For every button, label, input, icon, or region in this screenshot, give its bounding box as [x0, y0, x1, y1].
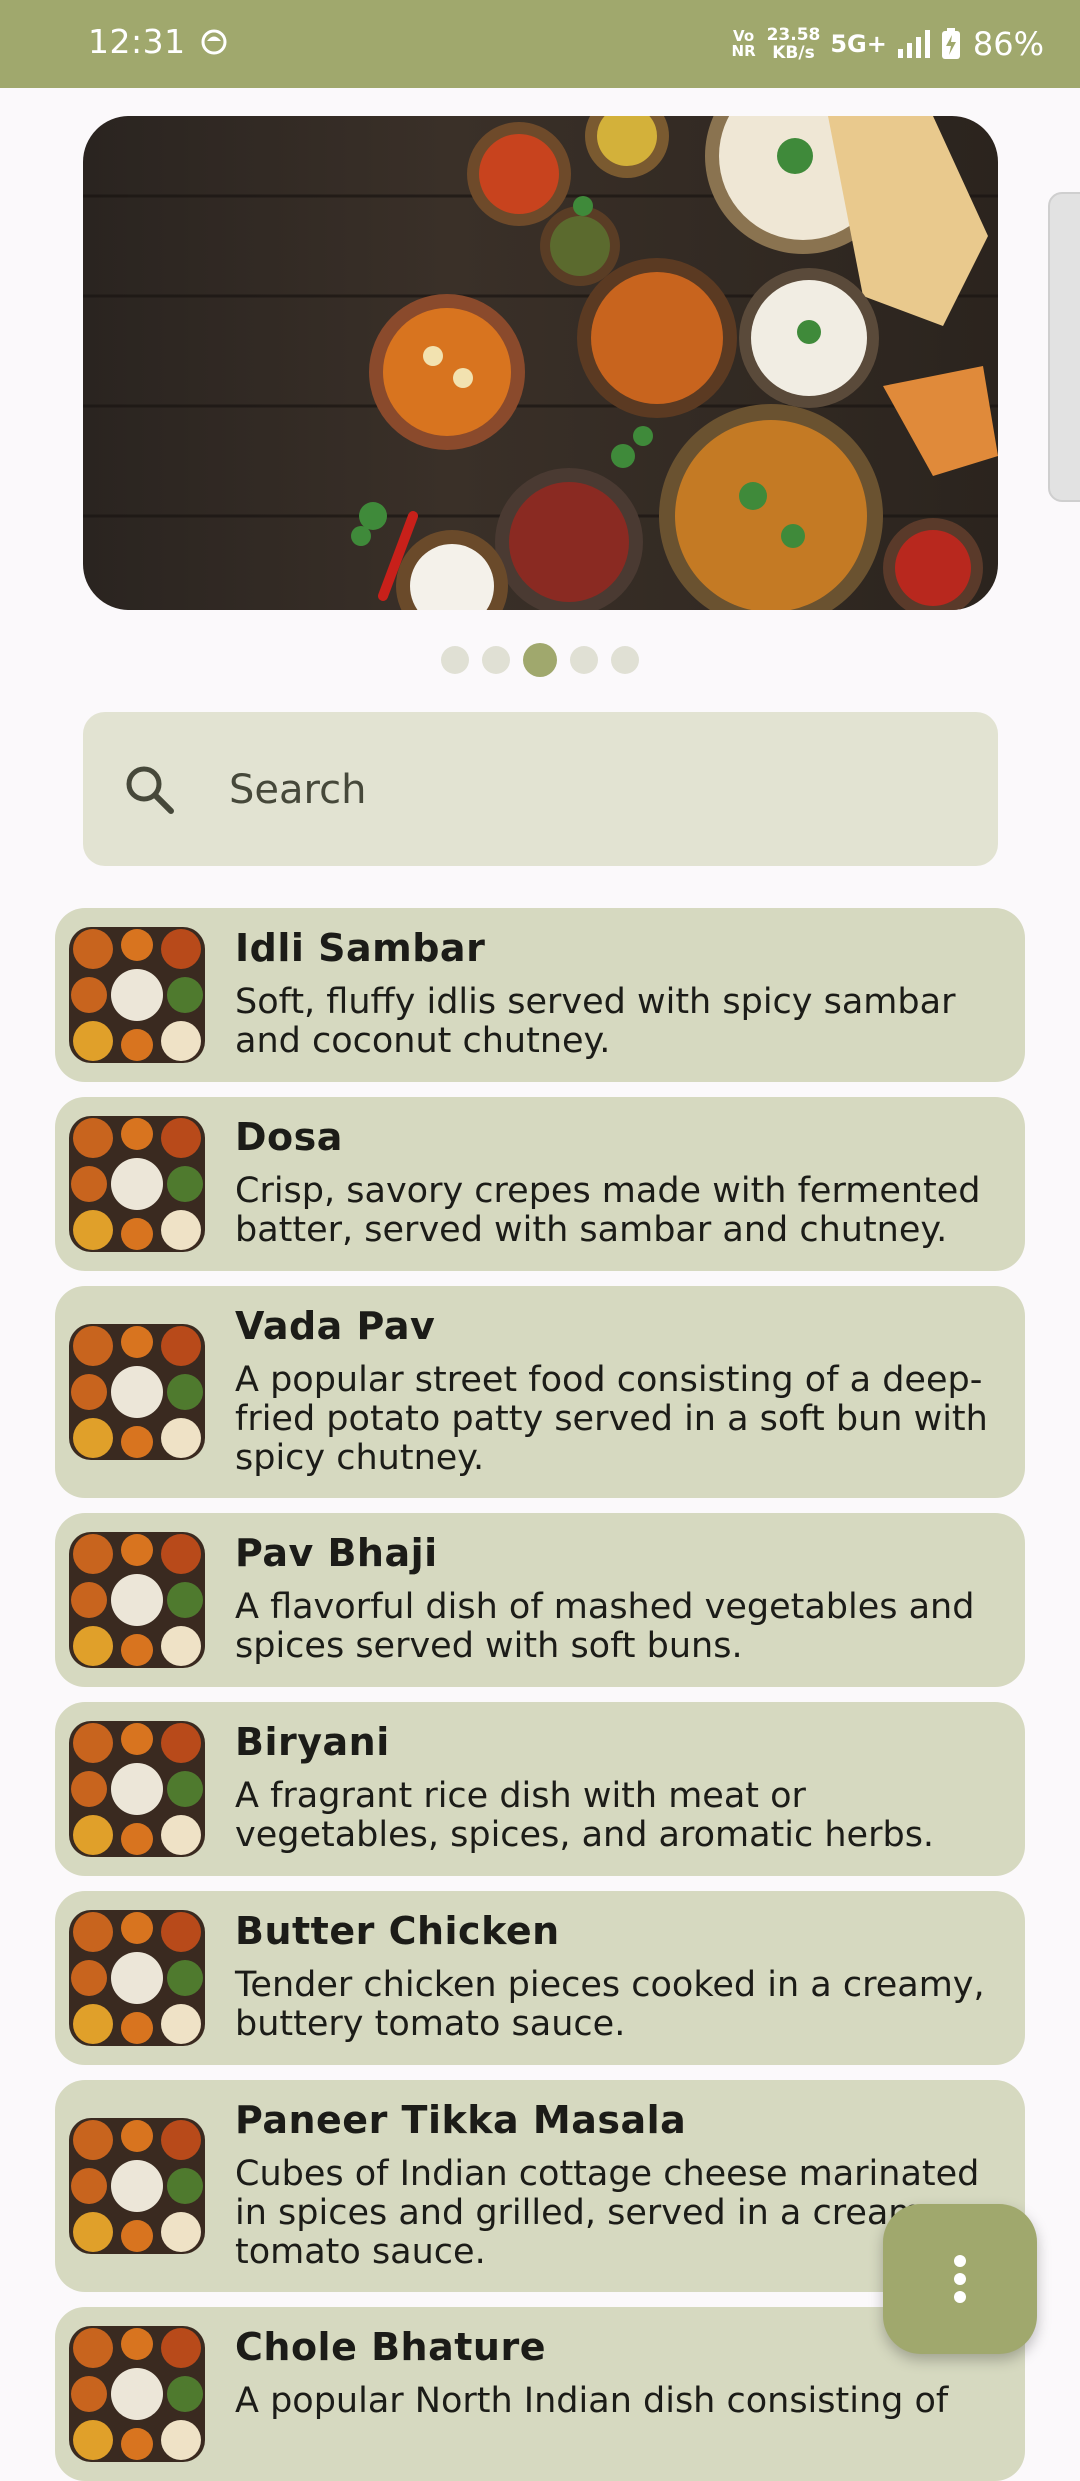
status-time: 12:31 — [88, 22, 186, 61]
carousel-dot[interactable] — [570, 646, 598, 674]
dish-description: A fragrant rice dish with meat or vegeta… — [235, 1776, 935, 1855]
battery-percent: 86% — [972, 25, 1044, 63]
list-item[interactable]: Chole Bhature A popular North Indian dis… — [55, 2307, 1025, 2481]
dish-name: Dosa — [235, 1115, 343, 1159]
dish-description: A popular street food consisting of a de… — [235, 1360, 988, 1478]
volte-indicator: Vo NR — [731, 29, 757, 59]
hero-illustration — [83, 116, 998, 610]
carousel-dot[interactable] — [611, 646, 639, 674]
dish-name: Paneer Tikka Masala — [235, 2098, 687, 2142]
volte-bottom: NR — [731, 42, 756, 60]
network-speed: 23.58 KB/s — [767, 26, 821, 62]
app-notification-icon — [201, 29, 227, 55]
dish-thumbnail — [69, 2326, 205, 2462]
dish-name: Pav Bhaji — [235, 1531, 438, 1575]
more-options-button[interactable] — [883, 2204, 1037, 2354]
dish-thumbnail — [69, 1116, 205, 1252]
dish-name: Chole Bhature — [235, 2325, 546, 2369]
dish-name: Biryani — [235, 1720, 390, 1764]
carousel-dot[interactable] — [441, 646, 469, 674]
battery-charging-icon — [941, 28, 960, 59]
list-item[interactable]: Dosa Crisp, savory crepes made with ferm… — [55, 1097, 1025, 1271]
dish-description: Crisp, savory crepes made with fermented… — [235, 1171, 981, 1250]
scroll-indicator[interactable] — [1048, 192, 1080, 502]
dish-thumbnail — [69, 1532, 205, 1668]
dish-name: Butter Chicken — [235, 1909, 560, 1953]
dish-description: Tender chicken pieces cooked in a creamy… — [235, 1965, 985, 2044]
dish-thumbnail — [69, 1324, 205, 1460]
dish-thumbnail — [69, 1910, 205, 2046]
dish-thumbnail — [69, 927, 205, 1063]
dish-description: A popular North Indian dish consisting o… — [235, 2381, 949, 2421]
dish-description: Soft, fluffy idlis served with spicy sam… — [235, 982, 956, 1061]
dish-name: Idli Sambar — [235, 926, 486, 970]
list-item[interactable]: Idli Sambar Soft, fluffy idlis served wi… — [55, 908, 1025, 1082]
list-item[interactable]: Pav Bhaji A flavorful dish of mashed veg… — [55, 1513, 1025, 1687]
carousel-indicator — [0, 643, 1080, 677]
signal-icon — [897, 30, 930, 58]
speed-value: 23.58 — [766, 25, 821, 45]
dish-thumbnail — [69, 2118, 205, 2254]
list-item[interactable]: Biryani A fragrant rice dish with meat o… — [55, 1702, 1025, 1876]
carousel-dot[interactable] — [482, 646, 510, 674]
dish-description: A flavorful dish of mashed vegetables an… — [235, 1587, 975, 1666]
search-input[interactable] — [227, 752, 931, 828]
network-type: 5G+ — [830, 30, 887, 58]
list-item[interactable]: Paneer Tikka Masala Cubes of Indian cott… — [55, 2080, 1025, 2292]
search-icon — [126, 766, 174, 814]
status-bar: 12:31 Vo NR 23.58 KB/s 5G+ 86% — [0, 0, 1080, 88]
list-item[interactable]: Vada Pav A popular street food consistin… — [55, 1286, 1025, 1498]
dish-name: Vada Pav — [235, 1304, 436, 1348]
search-bar[interactable] — [83, 712, 998, 866]
list-item[interactable]: Butter Chicken Tender chicken pieces coo… — [55, 1891, 1025, 2065]
dish-thumbnail — [69, 1721, 205, 1857]
hero-food-image[interactable] — [83, 116, 998, 610]
status-icons: Vo NR 23.58 KB/s 5G+ 86% — [731, 18, 1044, 70]
more-vert-icon — [954, 2255, 966, 2303]
carousel-dot[interactable] — [523, 643, 557, 677]
speed-unit: KB/s — [772, 43, 815, 63]
